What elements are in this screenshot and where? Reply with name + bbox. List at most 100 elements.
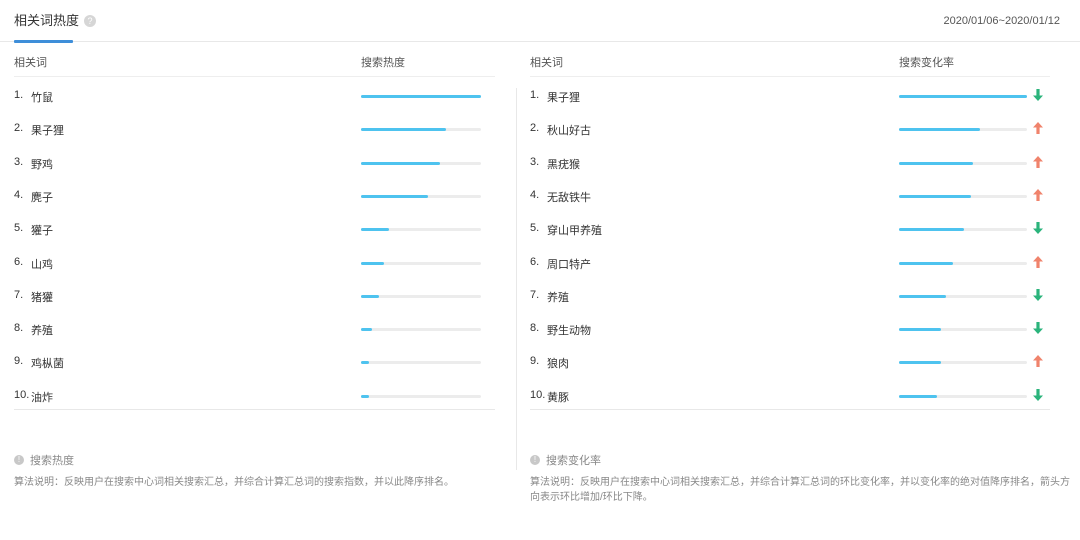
rank-number: 4. xyxy=(14,188,24,201)
rank-number: 8. xyxy=(530,322,540,335)
list-item[interactable]: 1. 竹鼠 xyxy=(14,84,495,117)
note-title: 搜索变化率 xyxy=(546,455,601,467)
list-item[interactable]: 10. 油炸 xyxy=(14,384,495,417)
bar-track xyxy=(899,394,1027,398)
bar-fill xyxy=(361,128,447,132)
list-item[interactable]: 10. 黄豚 xyxy=(530,384,1050,417)
rank-number: 9. xyxy=(14,355,24,368)
rank-number: 8. xyxy=(14,322,24,335)
keyword-link[interactable]: 无敌铁牛 xyxy=(547,189,591,205)
keyword-link[interactable]: 周口特产 xyxy=(547,256,591,272)
list-item[interactable]: 3. 野鸡 xyxy=(14,151,495,184)
bar-fill xyxy=(361,228,389,232)
bar-track xyxy=(899,128,1027,132)
arrow-down-icon xyxy=(1033,288,1043,301)
keyword-link[interactable]: 野生动物 xyxy=(547,322,591,338)
bar-fill xyxy=(361,194,429,198)
note-title: 搜索热度 xyxy=(30,455,74,467)
list-item[interactable]: 7. 猪獾 xyxy=(14,284,495,317)
keyword-link[interactable]: 麂子 xyxy=(31,189,53,205)
arrow-down-icon xyxy=(1033,322,1043,335)
list-item[interactable]: 5. 穿山甲养殖 xyxy=(530,217,1050,250)
keyword-link[interactable]: 黄豚 xyxy=(547,389,569,405)
keyword-link[interactable]: 狼肉 xyxy=(547,355,569,371)
bar-track xyxy=(899,194,1027,198)
header-divider xyxy=(530,76,1050,77)
search-heat-note: ! 搜索热度 算法说明：反映用户在搜索中心词相关搜索汇总，并综合计算汇总词的搜索… xyxy=(14,452,504,490)
keyword-link[interactable]: 穿山甲养殖 xyxy=(547,222,602,238)
keyword-link[interactable]: 野鸡 xyxy=(31,156,53,172)
rank-number: 5. xyxy=(14,222,24,235)
column-header-keyword: 相关词 xyxy=(530,57,563,69)
list-item[interactable]: 4. 麂子 xyxy=(14,184,495,217)
keyword-link[interactable]: 果子狸 xyxy=(31,122,64,138)
bar-track xyxy=(361,261,481,265)
bar-fill xyxy=(361,394,370,398)
bar-track xyxy=(899,328,1027,332)
search-change-rate-note: ! 搜索变化率 算法说明：反映用户在搜索中心词相关搜索汇总，并综合计算汇总词的环… xyxy=(530,452,1078,505)
keyword-link[interactable]: 竹鼠 xyxy=(31,89,53,105)
keyword-link[interactable]: 黑疣猴 xyxy=(547,156,580,172)
keyword-link[interactable]: 油炸 xyxy=(31,389,53,405)
bar-fill xyxy=(899,228,965,232)
list-item[interactable]: 6. 周口特产 xyxy=(530,251,1050,284)
bar-track xyxy=(361,95,481,98)
tab-related-keyword-heat[interactable]: 相关词热度 ? xyxy=(14,13,97,43)
keyword-link[interactable]: 秋山好古 xyxy=(547,122,591,138)
list-item[interactable]: 2. 果子狸 xyxy=(14,117,495,150)
bar-track xyxy=(361,294,481,298)
list-item[interactable]: 2. 秋山好古 xyxy=(530,117,1050,150)
bar-track xyxy=(361,128,481,132)
list-item[interactable]: 7. 养殖 xyxy=(530,284,1050,317)
bar-fill xyxy=(899,95,1027,98)
list-item[interactable]: 8. 野生动物 xyxy=(530,317,1050,350)
bar-fill xyxy=(361,361,370,365)
list-item[interactable]: 4. 无敌铁牛 xyxy=(530,184,1050,217)
note-description: 算法说明：反映用户在搜索中心词相关搜索汇总，并综合计算汇总词的搜索指数，并以此降… xyxy=(14,477,454,488)
keyword-link[interactable]: 山鸡 xyxy=(31,256,53,272)
list-item[interactable]: 1. 果子狸 xyxy=(530,84,1050,117)
tab-label: 相关词热度 xyxy=(14,13,80,28)
list-item[interactable]: 9. 鸡枞菌 xyxy=(14,350,495,383)
keyword-link[interactable]: 养殖 xyxy=(547,289,569,305)
question-circle-icon[interactable]: ? xyxy=(84,15,97,27)
bar-fill xyxy=(899,194,971,198)
rank-number: 7. xyxy=(530,288,540,301)
keyword-link[interactable]: 鸡枞菌 xyxy=(31,355,64,371)
rank-number: 3. xyxy=(14,155,24,168)
bar-track xyxy=(899,228,1027,232)
rank-number: 2. xyxy=(530,122,540,135)
bar-fill xyxy=(361,161,441,165)
rank-number: 10. xyxy=(530,388,546,401)
keyword-link[interactable]: 獾子 xyxy=(31,222,53,238)
list-bottom-divider xyxy=(530,409,1050,410)
bar-fill xyxy=(899,328,942,332)
arrow-down-icon xyxy=(1033,388,1043,401)
list-item[interactable]: 3. 黑疣猴 xyxy=(530,151,1050,184)
rank-number: 5. xyxy=(530,222,540,235)
arrow-up-icon xyxy=(1033,188,1043,201)
list-item[interactable]: 8. 养殖 xyxy=(14,317,495,350)
tab-active-underline xyxy=(14,40,73,43)
rank-number: 10. xyxy=(14,388,30,401)
list-item[interactable]: 9. 狼肉 xyxy=(530,350,1050,383)
date-range: 2020/01/06~2020/01/12 xyxy=(943,15,1060,27)
column-header-change-rate: 搜索变化率 xyxy=(899,57,954,69)
keyword-link[interactable]: 猪獾 xyxy=(31,289,53,305)
keyword-link[interactable]: 果子狸 xyxy=(547,89,580,105)
arrow-up-icon xyxy=(1033,355,1043,368)
bar-track xyxy=(899,95,1027,98)
bar-track xyxy=(899,361,1027,365)
rank-number: 3. xyxy=(530,155,540,168)
bar-track xyxy=(361,228,481,232)
list-item[interactable]: 5. 獾子 xyxy=(14,217,495,250)
rank-number: 9. xyxy=(530,355,540,368)
info-circle-icon: ! xyxy=(14,455,24,465)
list-item[interactable]: 6. 山鸡 xyxy=(14,251,495,284)
bar-track xyxy=(361,194,481,198)
bar-track xyxy=(361,161,481,165)
rank-number: 6. xyxy=(14,255,24,268)
keyword-link[interactable]: 养殖 xyxy=(31,322,53,338)
arrow-down-icon xyxy=(1033,89,1043,101)
rank-number: 4. xyxy=(530,188,540,201)
